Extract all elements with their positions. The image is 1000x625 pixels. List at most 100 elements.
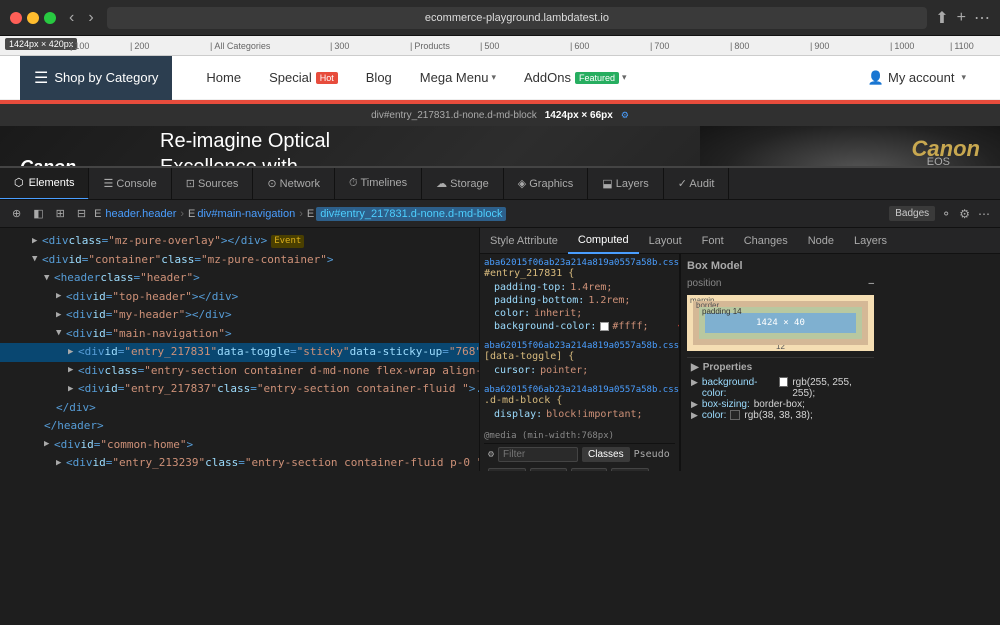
prop-row-bgcolor: ▶ background-color: rgb(255, 255, 255); (691, 377, 870, 399)
tab-sources[interactable]: ⊡ Sources (172, 168, 254, 200)
hero-brand-logo: Canon (20, 157, 76, 167)
settings-button[interactable]: ⚙ (957, 205, 972, 223)
pseudo-hover[interactable]: :hover (530, 468, 567, 471)
address-bar[interactable] (107, 7, 928, 29)
style-file-link-2[interactable]: aba62015f06ab23a214a819a0557a58b.css:2:8… (484, 341, 675, 351)
pseudo-states-row: :active :hover :focus :target :focus-vis… (484, 465, 675, 471)
box-model-visual: margin 12 border padding 14 1424 × 40 (687, 295, 874, 351)
tab-changes[interactable]: Changes (734, 228, 798, 254)
breadcrumb-header[interactable]: header.header (105, 208, 176, 220)
forward-button[interactable]: › (83, 7, 98, 29)
devtools-toolbar: ⊕ ◧ ⊞ ⊟ E header.header › E div#main-nav… (0, 200, 1000, 228)
content-size: 1424 × 40 (756, 318, 805, 328)
mega-menu-chevron: ▾ (491, 72, 496, 83)
ruler-bar: 1424px × 420px 100 200 All Categories 30… (0, 36, 1000, 56)
style-selector-2: [data-toggle] { (484, 351, 675, 362)
minimize-traffic-light[interactable] (27, 12, 39, 24)
style-rule-entry217831: aba62015f06ab23a214a819a0557a58b.css:3:2… (484, 258, 675, 333)
tab-network[interactable]: ⊙ Network (253, 168, 335, 200)
hero-area: Canon Re-imagine Optical Excellence with… (0, 126, 1000, 166)
tab-style-attribute[interactable]: Style Attribute (480, 228, 568, 254)
tooltip-element-name: div#entry_217831.d-none.d-md-block (371, 110, 537, 121)
shop-category-button[interactable]: ☰ Shop by Category (20, 56, 172, 100)
tab-storage[interactable]: ☁ Storage (422, 168, 504, 200)
prop-swatch-white (779, 377, 788, 387)
nav-items: Home Special Hot Blog Mega Menu ▾ AddOns… (192, 56, 853, 100)
html-line: </header> (0, 417, 479, 436)
style-rule-d-md-block: aba62015f06ab23a214a819a0557a58b.css:1:1… (484, 385, 675, 421)
badges-button[interactable]: Badges (889, 206, 935, 221)
color-swatch-white (600, 322, 609, 331)
tab-computed[interactable]: Computed (568, 228, 639, 254)
device-mode-button[interactable]: ◧ (29, 205, 47, 222)
html-line: ▼ <div id="container" class="mz-pure-con… (0, 251, 479, 270)
html-line: ▶ <div id="entry_217837" class="entry-se… (0, 380, 479, 399)
nav-home[interactable]: Home (192, 56, 255, 100)
filter-input[interactable] (498, 447, 578, 462)
more-button[interactable]: ⋯ (974, 8, 990, 28)
tab-console[interactable]: ☰ Console (89, 168, 171, 200)
nav-mega-menu[interactable]: Mega Menu ▾ (406, 56, 510, 100)
bm-border-area: border padding 14 1424 × 40 (693, 301, 868, 345)
pseudo-focus[interactable]: :focus (571, 468, 607, 471)
browser-chrome: ‹ › ⬆ + ⋯ (0, 0, 1000, 36)
tab-graphics[interactable]: ◈ Graphics (504, 168, 589, 200)
styles-list[interactable]: aba62015f06ab23a214a819a0557a58b.css:3:2… (480, 254, 680, 471)
shop-category-label: Shop by Category (54, 70, 158, 85)
styles-panel: Style Attribute Computed Layout Font Cha… (480, 228, 1000, 471)
color-pick-button[interactable]: ⊟ (73, 205, 90, 222)
close-traffic-light[interactable] (10, 12, 22, 24)
filter-styles-button[interactable]: ⚬ (939, 205, 953, 223)
new-tab-button[interactable]: + (957, 8, 966, 28)
nav-blog[interactable]: Blog (352, 56, 406, 100)
prop-row-boxsizing: ▶ box-sizing: border-box; (691, 399, 870, 410)
tab-elements[interactable]: ⬡ Elements (0, 168, 89, 200)
pseudo-target[interactable]: :target (611, 468, 649, 471)
media-query-note: @media (min-width:768px) (484, 429, 675, 443)
elements-tab-icon: ⬡ (14, 176, 24, 189)
bm-margin-area: margin 12 border padding 14 1424 × 40 (687, 295, 874, 351)
website-area: 1424px × 420px 100 200 All Categories 30… (0, 36, 1000, 166)
breadcrumb-entry-highlight[interactable]: div#entry_217831.d-none.d-md-block (316, 207, 506, 221)
maximize-traffic-light[interactable] (44, 12, 56, 24)
nav-account[interactable]: 👤 My account ▾ (854, 70, 980, 86)
breadcrumb-main-nav[interactable]: div#main-navigation (197, 208, 295, 220)
html-panel[interactable]: ▶ <div class="mz-pure-overlay"></div> Ev… (0, 228, 480, 471)
padding-label: padding 14 (702, 307, 742, 316)
tab-layers-style[interactable]: Layers (844, 228, 897, 254)
account-chevron: ▾ (961, 72, 966, 83)
pseudo-active[interactable]: :active (488, 468, 526, 471)
html-line: ▶ <div id="my-header"></div> (0, 306, 479, 325)
prop-swatch-dark (730, 410, 740, 420)
box-model-panel: Box Model position – margin 12 border (680, 254, 880, 471)
inspect-element-button[interactable]: ⊕ (8, 205, 25, 222)
style-file-link-3[interactable]: aba62015f06ab23a214a819a0557a58b.css:1:1… (484, 385, 675, 395)
tab-layout[interactable]: Layout (639, 228, 692, 254)
style-file-link-1[interactable]: aba62015f06ab23a214a819a0557a58b.css:3:2… (484, 258, 675, 268)
style-prop: padding-top: 1.4rem; (484, 281, 675, 294)
nav-addons[interactable]: AddOns Featured ▾ (510, 56, 641, 100)
tab-timelines[interactable]: ⏱ Timelines (335, 168, 422, 200)
html-line-selected: ▶ <div id="entry_217831" data-toggle="st… (0, 343, 479, 362)
hot-badge: Hot (316, 72, 338, 84)
browser-nav-buttons: ‹ › (64, 7, 99, 29)
breadcrumb-item-e: E (94, 208, 101, 220)
properties-section: ▶ Properties ▶ background-color: rgb(255… (687, 357, 874, 425)
share-button[interactable]: ⬆ (935, 8, 948, 28)
responsive-button[interactable]: ⊞ (52, 205, 69, 222)
filter-row: ⚙ Classes Pseudo (484, 443, 675, 465)
classes-button[interactable]: Classes (582, 447, 630, 462)
nav-special[interactable]: Special Hot (255, 56, 352, 100)
tab-layers[interactable]: ⬓ Layers (588, 168, 663, 200)
account-icon: 👤 (868, 70, 884, 86)
tab-font[interactable]: Font (692, 228, 734, 254)
dimension-badge: 1424px × 420px (5, 38, 77, 50)
tab-node[interactable]: Node (798, 228, 844, 254)
tab-audit[interactable]: ✓ Audit (664, 168, 730, 200)
style-prop: color: inherit; (484, 307, 675, 320)
pseudo-label: Pseudo (634, 449, 670, 460)
breadcrumb: E header.header › E div#main-navigation … (94, 207, 885, 221)
style-panel-tabs: Style Attribute Computed Layout Font Cha… (480, 228, 1000, 254)
back-button[interactable]: ‹ (64, 7, 79, 29)
more-options-button[interactable]: ⋯ (976, 205, 992, 223)
